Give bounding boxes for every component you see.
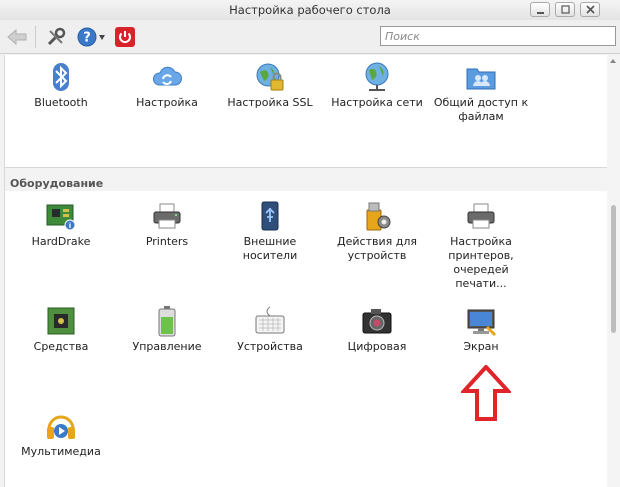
- item-settings[interactable]: Настройка: [117, 61, 217, 110]
- annotation-arrow-icon: [461, 365, 511, 421]
- globe-network-icon: [365, 62, 389, 91]
- power-button[interactable]: [114, 26, 136, 50]
- maximize-icon: [561, 5, 570, 14]
- monitor-icon: [467, 309, 497, 337]
- back-button[interactable]: [5, 25, 29, 49]
- item-printers[interactable]: Printers: [117, 200, 217, 249]
- chip-tools-icon: [47, 307, 75, 335]
- minimize-button[interactable]: [530, 2, 550, 17]
- close-button[interactable]: [580, 2, 600, 17]
- help-button[interactable]: ?: [76, 25, 108, 49]
- back-arrow-icon: [7, 28, 27, 46]
- printer-queue-icon: [467, 203, 495, 229]
- scroll-thumb[interactable]: [611, 205, 616, 333]
- minimize-icon: [537, 12, 544, 14]
- content-area: Bluetooth Настройка Настройка SSL Настро…: [4, 55, 607, 487]
- bluetooth-icon: [53, 63, 69, 91]
- close-icon: [586, 5, 595, 14]
- shared-folder-icon: [466, 68, 496, 90]
- section-title: Оборудование: [10, 177, 104, 190]
- svg-text:i: i: [69, 222, 71, 230]
- item-display[interactable]: Экран: [431, 305, 531, 354]
- help-icon: ?: [77, 27, 105, 47]
- item-tools[interactable]: Средства: [11, 305, 111, 354]
- item-management[interactable]: Управление: [117, 305, 217, 354]
- usb-gear-icon: [366, 202, 391, 231]
- tools-button[interactable]: [44, 25, 68, 49]
- item-harddrake[interactable]: i HardDrake: [11, 200, 111, 249]
- title-bar: Настройка рабочего стола: [0, 0, 620, 20]
- cloud-sync-icon: [153, 66, 182, 86]
- vertical-scrollbar[interactable]: [607, 55, 620, 487]
- power-icon: [115, 27, 135, 47]
- item-external-media[interactable]: Внешние носители: [220, 200, 320, 263]
- headphones-icon: [47, 415, 75, 439]
- item-multimedia[interactable]: Мультимедиа: [11, 410, 111, 459]
- wrench-screwdriver-icon: [47, 27, 66, 46]
- scroll-up-icon[interactable]: [610, 59, 616, 63]
- globe-lock-icon: [256, 63, 284, 91]
- window-title: Настройка рабочего стола: [229, 3, 391, 17]
- toolbar-separator: [35, 26, 36, 48]
- circuit-board-icon: i: [46, 204, 76, 231]
- printer-icon: [153, 203, 181, 229]
- keyboard-icon: [255, 306, 285, 334]
- item-printer-queue-settings[interactable]: Настройка принтеров, очередей печати...: [431, 200, 531, 291]
- camera-icon: [362, 309, 392, 334]
- item-device-actions[interactable]: Действия для устройств: [327, 200, 427, 263]
- item-devices[interactable]: Устройства: [220, 305, 320, 354]
- item-bluetooth[interactable]: Bluetooth: [11, 61, 111, 110]
- item-digital-camera[interactable]: Цифровая: [327, 305, 427, 354]
- item-ssl-settings[interactable]: Настройка SSL: [220, 61, 320, 110]
- item-file-sharing[interactable]: Общий доступ к файлам: [431, 61, 531, 124]
- usb-drive-icon: [261, 201, 279, 231]
- battery-icon: [158, 306, 176, 337]
- svg-text:?: ?: [83, 31, 91, 46]
- item-network-settings[interactable]: Настройка сети: [327, 61, 427, 110]
- search-input[interactable]: [380, 26, 616, 46]
- section-header-hardware: Оборудование: [5, 167, 607, 191]
- maximize-button[interactable]: [555, 2, 575, 17]
